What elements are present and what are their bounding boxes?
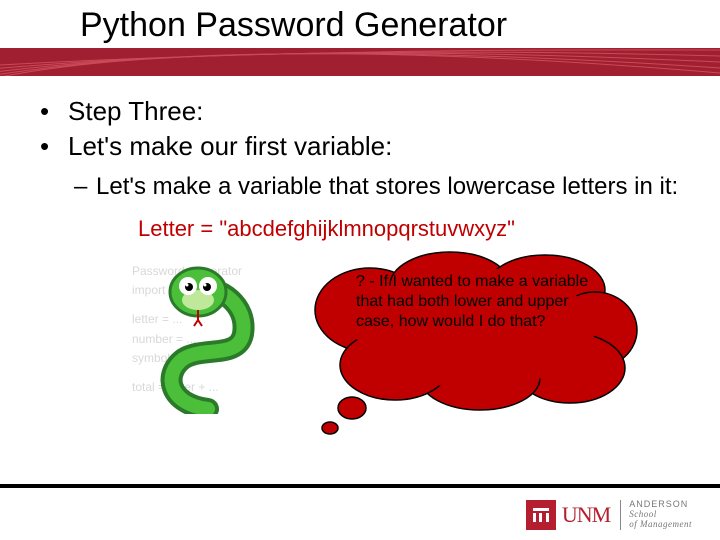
variable-code: Letter = "abcdefghijklmnopqrstuvwxyz" <box>40 216 680 242</box>
dash-icon: – <box>74 172 96 202</box>
unm-wordmark: UNM <box>562 502 610 528</box>
slide-header: Python Password Generator <box>0 0 720 78</box>
bullet-dot-icon: • <box>40 96 68 127</box>
sub-bullet: – Let's make a variable that stores lowe… <box>40 172 680 202</box>
footer-divider <box>0 484 720 488</box>
sub-bullet-text: Let's make a variable that stores lowerc… <box>96 172 678 202</box>
anderson-line2: School <box>629 509 657 519</box>
thought-bubble: ? - If I wanted to make a variable that … <box>310 250 640 440</box>
header-red-band <box>0 48 720 76</box>
thought-text: ? - If I wanted to make a variable that … <box>356 272 606 332</box>
unm-logo: UNM ANDERSON School of Management <box>526 500 692 530</box>
bullet-first-variable: • Let's make our first variable: <box>40 131 680 162</box>
slide-title: Python Password Generator <box>0 0 720 45</box>
anderson-school-label: ANDERSON School of Management <box>620 500 692 530</box>
unm-badge-icon <box>526 500 556 530</box>
bullet-text: Step Three: <box>68 96 203 127</box>
bullet-text: Let's make our first variable: <box>68 131 392 162</box>
illustration-area: Password Generator import random letter … <box>40 256 680 466</box>
anderson-line3: of Management <box>629 519 692 529</box>
snake-icon <box>148 264 268 414</box>
slide-content: • Step Three: • Let's make our first var… <box>0 78 720 466</box>
bullet-dot-icon: • <box>40 131 68 162</box>
bullet-step-three: • Step Three: <box>40 96 680 127</box>
